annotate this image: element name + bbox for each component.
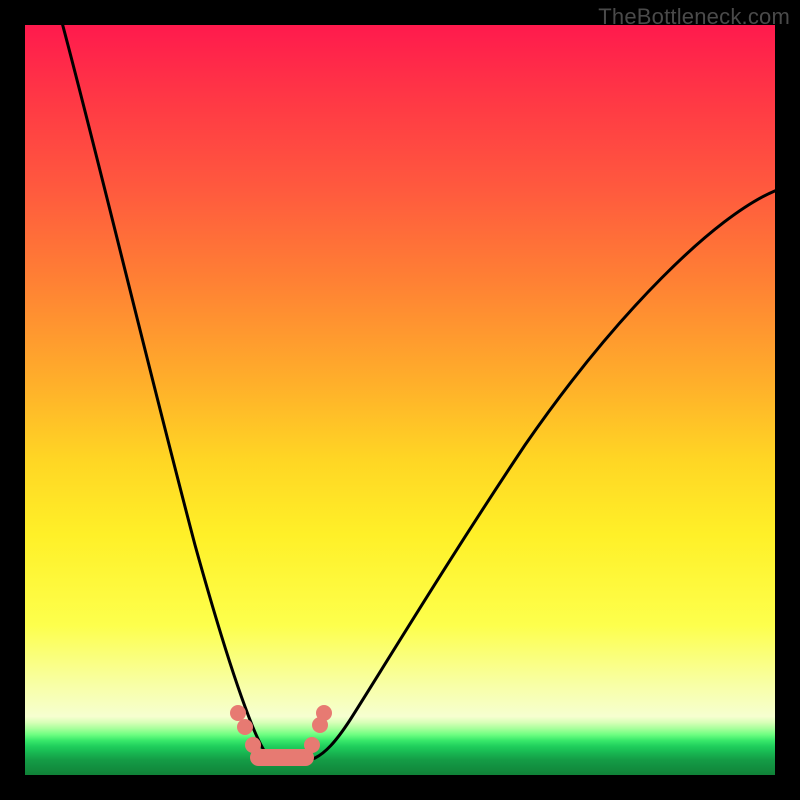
chart-overlay (25, 25, 775, 775)
marker-dot (245, 737, 261, 753)
plot-area (25, 25, 775, 775)
watermark-text: TheBottleneck.com (598, 4, 790, 30)
marker-dot (237, 719, 253, 735)
marker-pill (250, 749, 314, 766)
marker-dot (312, 717, 328, 733)
marker-dot (230, 705, 246, 721)
chart-frame: TheBottleneck.com (0, 0, 800, 800)
curve-left-branch (60, 25, 269, 758)
curve-right-branch (269, 190, 775, 763)
marker-dot (304, 737, 320, 753)
